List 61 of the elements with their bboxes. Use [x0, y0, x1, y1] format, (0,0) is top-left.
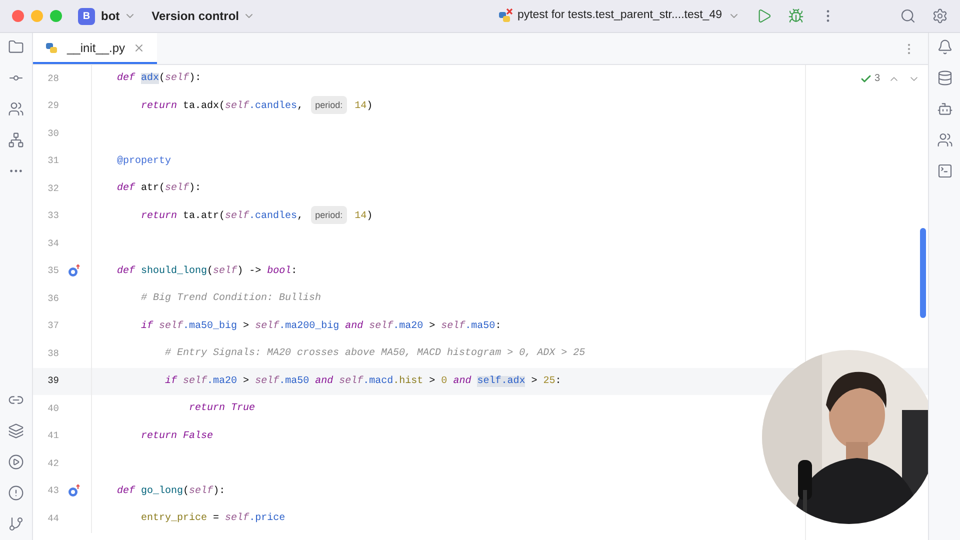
code-line: def adx(self):: [116, 72, 202, 86]
project-badge: B: [78, 8, 95, 24]
code-line: return ta.atr(self.candles, period: 14): [92, 208, 373, 224]
code-line: @property: [116, 154, 172, 169]
code-line: entry_price = self.price: [140, 512, 286, 526]
code-line: if self.ma20 > self.ma50 and self.macd.hist > 0 and self.adx > 25:: [164, 374, 562, 389]
database-icon[interactable]: [936, 70, 952, 86]
code-line: return True: [188, 402, 256, 416]
line-number: 37: [46, 319, 59, 334]
close-window-button[interactable]: [12, 10, 24, 22]
problems-icon[interactable]: [8, 485, 24, 501]
line-number: 28: [46, 72, 59, 86]
vcs-menu[interactable]: Version control: [152, 7, 256, 25]
line-number: 38: [46, 346, 59, 361]
code-line: return False: [140, 430, 214, 444]
python-file-icon: [45, 40, 59, 54]
git-branch-icon[interactable]: [8, 516, 24, 532]
settings-icon[interactable]: [932, 8, 948, 24]
code-line: def should_long(self) -> bool:: [116, 264, 298, 279]
line-number: 35: [46, 264, 59, 278]
folder-icon[interactable]: [8, 39, 24, 55]
line-number: 34: [46, 236, 59, 251]
code-line: def atr(self):: [116, 182, 202, 196]
python-test-icon: [497, 8, 514, 24]
code-line: return ta.adx(self.candles, period: 14): [92, 98, 373, 114]
line-number: 36: [46, 292, 59, 306]
run-icon[interactable]: [8, 454, 24, 470]
people-icon[interactable]: [936, 132, 952, 148]
line-number: 43: [46, 484, 59, 498]
override-marker-icon[interactable]: [67, 264, 81, 278]
structure-icon[interactable]: [8, 132, 24, 148]
line-number: 29: [46, 99, 59, 114]
people-icon[interactable]: [8, 101, 24, 117]
inspection-status[interactable]: 3: [860, 71, 880, 86]
search-icon[interactable]: [900, 8, 916, 24]
layers-icon[interactable]: [8, 423, 24, 439]
override-marker-icon[interactable]: [67, 484, 81, 498]
terminal-icon[interactable]: [936, 163, 952, 179]
check-icon: [860, 72, 872, 84]
line-number: 42: [46, 456, 59, 471]
line-number: 33: [46, 209, 59, 224]
line-number: 30: [46, 126, 59, 141]
run-configuration-menu[interactable]: pytest for tests.test_parent_str....test_49: [517, 7, 740, 25]
line-number: 32: [46, 182, 59, 196]
bell-icon[interactable]: [936, 39, 952, 55]
line-number: 41: [46, 429, 59, 444]
line-number: 44: [46, 512, 59, 526]
line-number: 39: [46, 374, 59, 388]
code-line: # Entry Signals: MA20 crosses above MA50, MACD histogram > 0, ADX > 25: [164, 346, 586, 362]
run-icon[interactable]: [756, 8, 772, 24]
robot-icon[interactable]: [936, 101, 952, 117]
line-number: 40: [46, 402, 59, 416]
code-line: if self.ma50_big > self.ma200_big and self.ma20 > self.ma50:: [140, 320, 502, 334]
code-line: # Big Trend Condition: Bullish: [140, 292, 322, 306]
project-menu[interactable]: bot: [101, 7, 136, 25]
scrollbar-thumb[interactable]: [920, 228, 926, 318]
line-number: 31: [46, 154, 59, 168]
file-tab[interactable]: __init__.py: [33, 33, 158, 64]
debug-icon[interactable]: [788, 8, 804, 24]
close-tab-icon[interactable]: [133, 42, 146, 54]
code-line: def go_long(self):: [116, 484, 226, 499]
